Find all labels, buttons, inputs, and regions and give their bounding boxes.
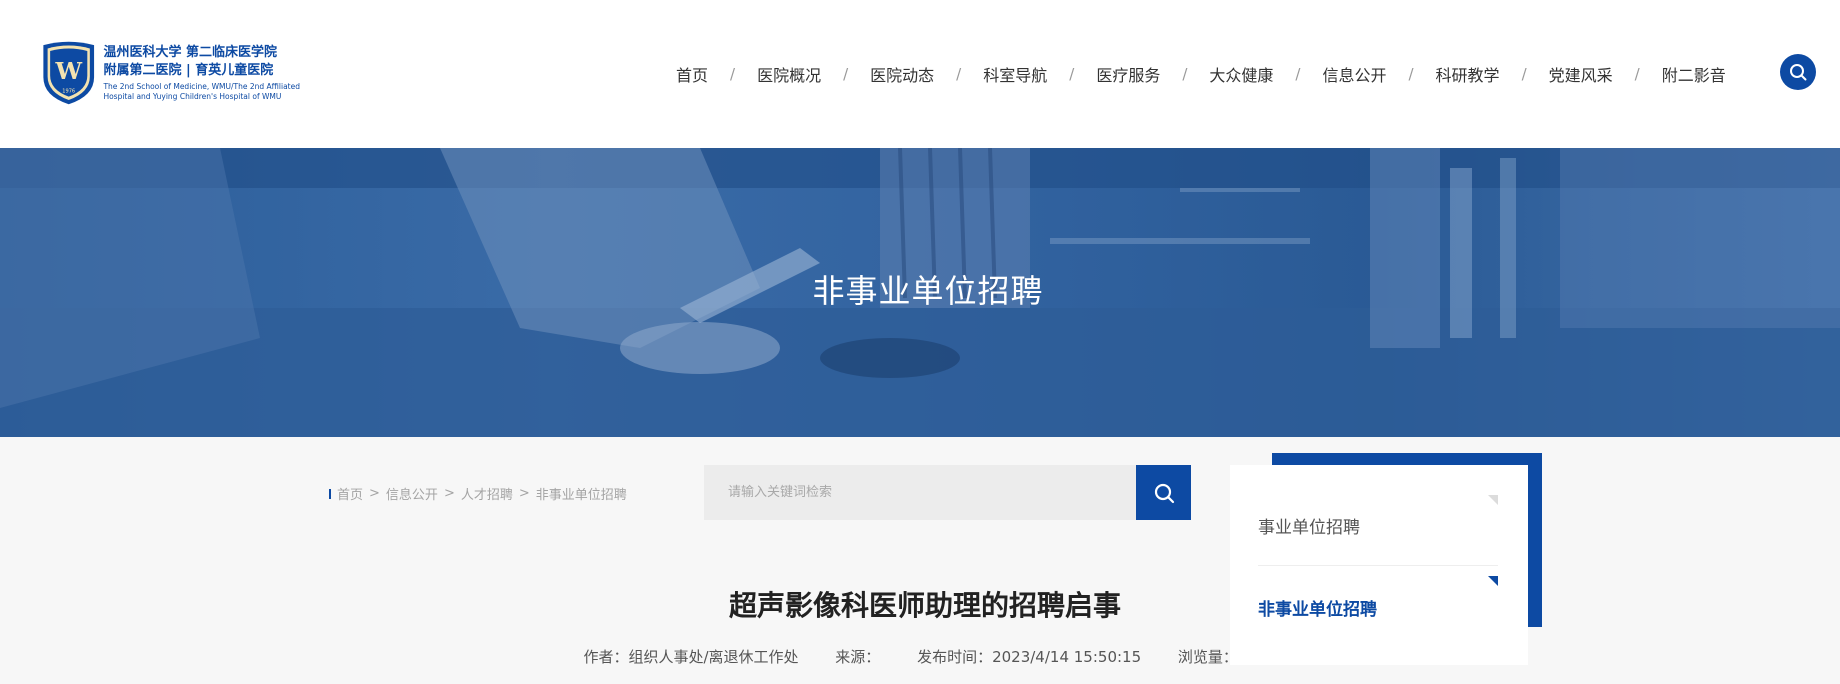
svg-text:1976: 1976 xyxy=(62,88,75,94)
nav-hospital-news[interactable]: 医院动态 xyxy=(870,62,934,86)
nav-separator: / xyxy=(1408,65,1414,83)
nav-separator: / xyxy=(1521,65,1527,83)
breadcrumb-marker xyxy=(329,488,331,499)
logo-line4: Hospital and Yuying Children's Hospital … xyxy=(103,92,282,101)
nav-hospital-overview[interactable]: 医院概况 xyxy=(757,62,821,86)
keyword-search-button[interactable] xyxy=(1136,465,1191,520)
breadcrumb-home[interactable]: 首页 xyxy=(337,484,363,503)
nav-media[interactable]: 附二影音 xyxy=(1662,62,1726,86)
breadcrumb-info-disclosure[interactable]: 信息公开 xyxy=(386,484,438,503)
breadcrumb-separator: > xyxy=(443,486,455,501)
nav-research-teaching[interactable]: 科研教学 xyxy=(1436,62,1500,86)
search-icon xyxy=(1790,64,1807,81)
corner-marker xyxy=(1488,495,1498,505)
breadcrumb-separator: > xyxy=(369,486,380,501)
article-author: 作者：组织人事处/离退休工作处 xyxy=(583,648,799,666)
keyword-search-input[interactable] xyxy=(704,465,1136,520)
logo-line3: The 2nd School of Medicine, WMU/The 2nd … xyxy=(103,82,300,91)
nav-separator: / xyxy=(1634,65,1640,83)
nav-medical-services[interactable]: 医疗服务 xyxy=(1096,62,1160,86)
site-logo[interactable]: W 1976 温州医科大学 第二临床医学院 附属第二医院 | 育英儿童医院 Th… xyxy=(40,32,300,114)
header-search-button[interactable] xyxy=(1780,54,1816,90)
breadcrumb: 首页 > 信息公开 > 人才招聘 > 非事业单位招聘 xyxy=(329,484,627,503)
nav-departments[interactable]: 科室导航 xyxy=(983,62,1047,86)
nav-info-disclosure[interactable]: 信息公开 xyxy=(1322,62,1386,86)
nav-home[interactable]: 首页 xyxy=(676,62,708,86)
logo-line2: 附属第二医院 | 育英儿童医院 xyxy=(103,63,274,78)
nav-separator: / xyxy=(1182,65,1188,83)
main-nav: 首页 / 医院概况 / 医院动态 / 科室导航 / 医疗服务 / 大众健康 / … xyxy=(676,60,1726,88)
page-banner: 非事业单位招聘 xyxy=(0,148,1840,437)
nav-separator: / xyxy=(1069,65,1075,83)
sidebar-menu: 事业单位招聘 非事业单位招聘 xyxy=(1230,465,1528,665)
nav-public-health[interactable]: 大众健康 xyxy=(1209,62,1273,86)
banner-title: 非事业单位招聘 xyxy=(812,272,1044,310)
nav-separator: / xyxy=(956,65,962,83)
nav-separator: / xyxy=(843,65,849,83)
search-icon xyxy=(1154,483,1174,503)
logo-text: 温州医科大学 第二临床医学院 附属第二医院 | 育英儿童医院 The 2nd S… xyxy=(103,44,300,102)
breadcrumb-separator: > xyxy=(518,486,530,501)
sidebar-item-non-public-institution-recruitment[interactable]: 非事业单位招聘 xyxy=(1258,595,1498,620)
logo-line1: 温州医科大学 第二临床医学院 xyxy=(103,45,277,60)
hospital-emblem-icon: W 1976 xyxy=(43,41,95,105)
article-publish-time: 发布时间：2023/4/14 15:50:15 xyxy=(917,648,1142,666)
nav-party-building[interactable]: 党建风采 xyxy=(1549,62,1613,86)
breadcrumb-talent-recruitment[interactable]: 人才招聘 xyxy=(461,484,513,503)
corner-marker-active xyxy=(1488,576,1498,586)
site-header: W 1976 温州医科大学 第二临床医学院 附属第二医院 | 育英儿童医院 Th… xyxy=(0,0,1840,148)
nav-separator: / xyxy=(1295,65,1301,83)
article-source: 来源： xyxy=(835,648,881,666)
nav-separator: / xyxy=(730,65,736,83)
sidebar-divider xyxy=(1258,565,1498,566)
sidebar-item-public-institution-recruitment[interactable]: 事业单位招聘 xyxy=(1258,513,1498,538)
svg-text:W: W xyxy=(54,57,82,85)
breadcrumb-current[interactable]: 非事业单位招聘 xyxy=(536,484,627,503)
